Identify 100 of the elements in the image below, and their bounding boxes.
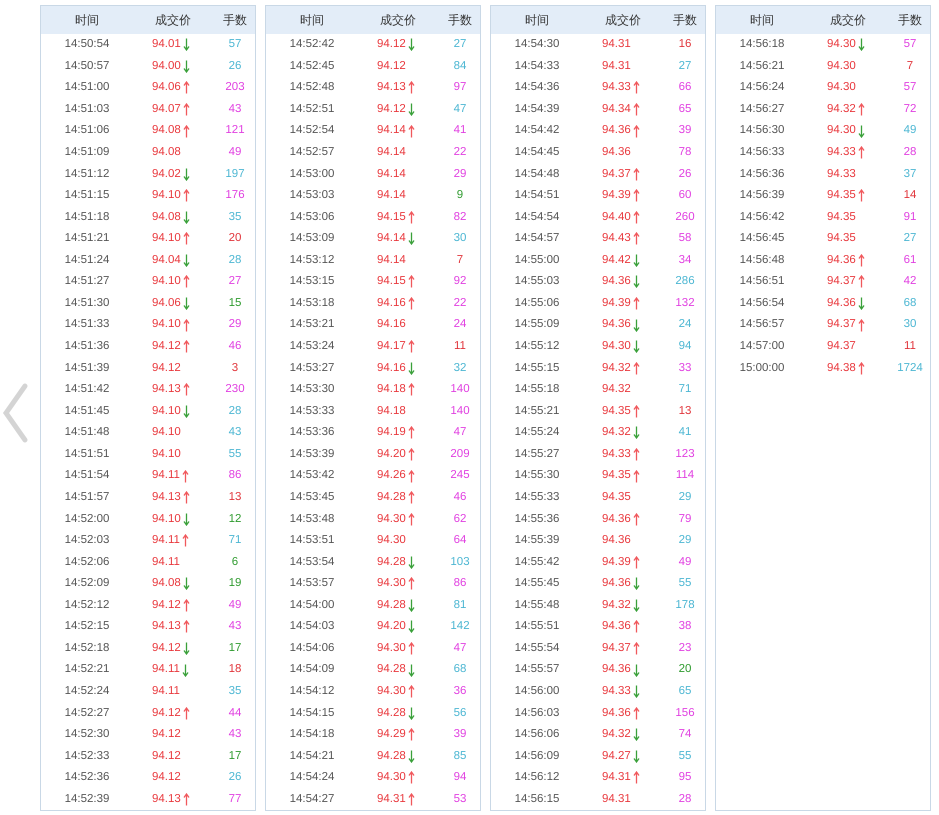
down-arrow-icon [182, 297, 190, 310]
time-cell-text: 14:56:09 [514, 748, 560, 764]
time-cell-text: 14:56:24 [738, 80, 786, 96]
price-cell-text: 94.30 [827, 58, 856, 74]
price-cell-text: 94.08 [152, 210, 181, 225]
price-cell-text: 94.16 [377, 360, 406, 376]
price-cell-text: 94.10 [152, 512, 181, 527]
time-cell-text: 14:53:12 [288, 252, 336, 268]
time-cell-text: 14:51:36 [64, 339, 110, 354]
time-cell-text: 14:54:00 [288, 598, 336, 613]
price-cell-text: 94.10 [152, 317, 181, 332]
volume-cell-text: 32 [452, 360, 468, 376]
volume-cell-text: 30 [902, 317, 918, 332]
time-cell-text: 14:51:51 [64, 446, 110, 462]
up-arrow-icon [408, 340, 415, 354]
price-cell-text: 94.31 [602, 792, 631, 807]
volume-cell-text: 84 [452, 58, 468, 74]
price-cell-text: 94.12 [152, 360, 181, 376]
price-cell-text: 94.12 [152, 706, 181, 721]
down-arrow-icon [858, 297, 865, 310]
volume-cell-text: 3 [230, 360, 240, 376]
volume-cell-text: 28 [228, 404, 242, 419]
up-arrow-icon [632, 470, 640, 483]
up-arrow-icon [182, 706, 190, 720]
price-cell-text: 94.35 [602, 404, 631, 419]
volume-cell-text: 68 [902, 296, 918, 311]
down-arrow-icon [632, 598, 640, 612]
volume-cell-text: 55 [228, 446, 242, 462]
up-arrow-icon [632, 512, 640, 526]
time-cell-text: 14:55:36 [514, 512, 560, 527]
up-arrow-icon [408, 81, 415, 94]
up-arrow-icon [632, 448, 640, 461]
volume-cell-text: 55 [678, 748, 692, 764]
volume-cell-text: 49 [678, 554, 692, 570]
volume-cell-text: 13 [678, 404, 692, 419]
volume-cell-text: 17 [228, 640, 242, 656]
volume-cell-text: 78 [678, 144, 692, 160]
time-cell-text: 14:53:42 [288, 468, 336, 484]
down-arrow-icon [182, 210, 190, 224]
price-cell-text: 94.33 [602, 446, 631, 462]
time-cell-text: 14:55:51 [514, 619, 560, 634]
up-arrow-icon [408, 642, 415, 656]
time-cell-text: 14:55:57 [514, 662, 560, 678]
volume-cell-text: 103 [449, 554, 471, 570]
down-arrow-icon [632, 254, 640, 267]
price-cell-text: 94.30 [827, 37, 856, 52]
up-arrow-icon [408, 685, 415, 698]
up-arrow-icon [408, 297, 415, 310]
volume-cell-text: 81 [452, 598, 468, 613]
up-arrow-icon [408, 210, 415, 224]
volume-cell-text: 197 [224, 166, 246, 182]
price-cell-text: 94.30 [377, 770, 406, 786]
time-cell-text: 14:52:03 [64, 533, 110, 548]
up-arrow-icon [408, 448, 415, 461]
time-cell-text: 14:53:36 [288, 425, 336, 440]
down-arrow-icon [408, 102, 415, 116]
time-cell-text: 14:55:12 [514, 339, 560, 354]
time-cell-text: 14:51:18 [64, 210, 110, 225]
price-cell-text: 94.37 [827, 274, 856, 290]
down-arrow-icon [408, 38, 415, 52]
volume-cell-text: 11 [453, 339, 467, 354]
time-cell-text: 14:53:51 [288, 533, 336, 548]
price-cell-text: 94.29 [377, 727, 406, 742]
time-cell-text: 14:54:57 [514, 231, 560, 246]
time-cell-text: 14:52:54 [288, 123, 336, 138]
price-cell-text: 94.30 [602, 339, 631, 354]
volume-cell-text: 28 [678, 792, 692, 807]
volume-cell-text: 121 [224, 123, 246, 138]
price-cell-text: 94.28 [377, 554, 406, 570]
price-cell-text: 94.35 [827, 210, 856, 225]
down-arrow-icon [408, 750, 415, 763]
price-cell-text: 94.30 [377, 640, 406, 656]
volume-cell-text: 17 [228, 748, 242, 764]
previous-button[interactable] [0, 380, 30, 444]
price-cell-text: 94.15 [377, 210, 406, 225]
time-cell-text: 14:54:51 [514, 188, 560, 204]
volume-cell-text: 28 [902, 144, 918, 160]
price-cell-text: 94.12 [152, 339, 181, 354]
time-cell-text: 14:55:09 [514, 317, 560, 332]
volume-cell-text: 74 [678, 727, 692, 742]
down-arrow-icon [632, 685, 640, 698]
time-cell-text: 14:55:45 [514, 576, 560, 592]
up-arrow-icon [182, 340, 190, 354]
time-cell-text: 14:52:00 [64, 512, 110, 527]
down-arrow-icon [632, 275, 640, 288]
time-cell-text: 14:53:33 [288, 404, 336, 419]
price-cell-text: 94.11 [152, 554, 180, 570]
time-cell-text: 14:51:42 [64, 382, 110, 398]
volume-cell-text: 26 [678, 166, 692, 182]
price-cell-text: 94.31 [602, 770, 631, 786]
up-arrow-icon [408, 275, 415, 288]
price-cell-text: 94.10 [152, 404, 181, 419]
volume-cell-text: 24 [452, 317, 468, 332]
volume-cell-text: 55 [678, 576, 692, 592]
price-cell-text: 94.04 [152, 252, 181, 268]
up-arrow-icon [182, 470, 189, 483]
time-cell-text: 14:52:33 [64, 748, 110, 764]
volume-cell-text: 58 [678, 231, 692, 246]
time-cell-text: 14:52:24 [64, 684, 110, 700]
volume-cell-text: 57 [902, 80, 918, 96]
